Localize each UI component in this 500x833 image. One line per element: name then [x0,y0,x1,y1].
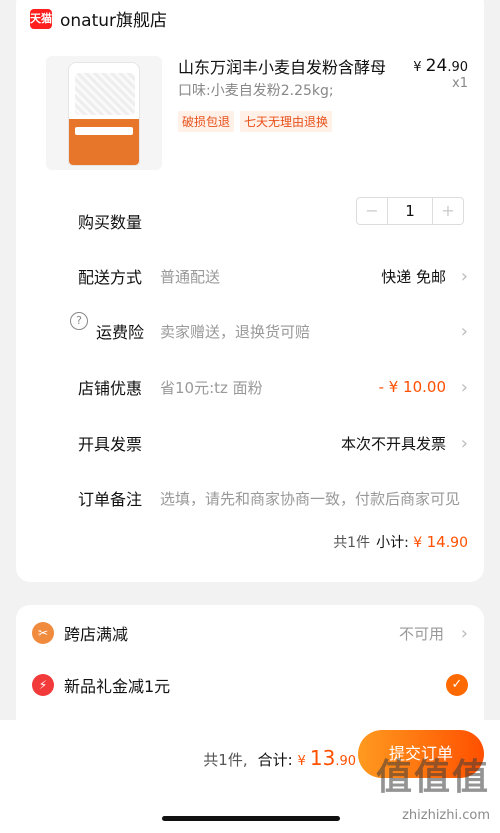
order-card: 天猫 onatur旗舰店 山东万润丰小麦自发粉含酵母 口味:小麦自发粉2.25k… [16,0,484,582]
delivery-row[interactable]: 配送方式 普通配送 快递 免邮 › [78,264,468,288]
product-price: ¥ 24.90 [413,56,468,76]
insurance-desc: 卖家赠送，退换货可赔 [160,322,311,341]
insurance-label: 运费险 [96,323,145,342]
order-total: 共1件, 合计: ¥ 13.90 [203,746,356,770]
tmall-icon: 天猫 [30,8,52,29]
store-name[interactable]: onatur旗舰店 [60,6,167,31]
product-title[interactable]: 山东万润丰小麦自发粉含酵母 [178,54,386,78]
subtotal: 共1件 小计: ¥ 14.90 [333,532,468,552]
chevron-right-icon: › [460,376,468,398]
order-note-input[interactable]: 选填，请先和商家协商一致，付款后商家可见 [160,488,468,509]
coupon-icon: ✂ [32,622,54,644]
tag-seven-day-return: 七天无理由退换 [240,111,333,132]
chevron-right-icon: › [460,320,468,342]
cross-store-row[interactable]: ✂ 跨店满减 不可用 › [32,619,468,647]
total-count: 共1件, [203,751,248,769]
watermark-logo: 值值值 [375,757,490,798]
store-header[interactable]: 天猫 onatur旗舰店 [30,6,167,31]
product-spec: 口味:小麦自发粉2.25kg; [178,83,334,99]
insurance-row[interactable]: 运费险 卖家赠送，退换货可赔 › [96,319,468,343]
chevron-right-icon: › [460,265,468,287]
store-discount-value: - ¥ 10.00 [378,378,446,396]
quantity-label: 购买数量 [78,213,143,232]
order-note-row[interactable]: 订单备注 选填，请先和商家协商一致，付款后商家可见 [78,486,468,510]
decrement-button[interactable]: − [357,198,387,224]
total-amount: ¥ 13.90 [297,746,356,770]
home-indicator[interactable] [162,816,340,821]
delivery-desc: 普通配送 [160,267,221,286]
cross-store-value: 不可用 [398,624,444,643]
tag-damage-refund: 破损包退 [178,111,235,132]
bottom-bar: 共1件, 合计: ¥ 13.90 提交订单 值值值 zhizhizhi.com [0,720,500,833]
invoice-row[interactable]: 开具发票 本次不开具发票 › [78,431,468,455]
watermark-url: zhizhizhi.com [402,808,490,823]
store-discount-label: 店铺优惠 [78,379,143,398]
subtotal-count: 共1件 [333,535,371,551]
delivery-value: 快递 免邮 [381,267,446,286]
store-discount-row[interactable]: 店铺优惠 省10元:tz 面粉 - ¥ 10.00 › [78,375,468,399]
subtotal-amount: ¥ 14.90 [413,533,468,551]
gift-label: 新品礼金减1元 [64,677,171,696]
product-image[interactable] [46,56,162,170]
chevron-right-icon: › [460,432,468,454]
invoice-label: 开具发票 [78,435,143,454]
quantity-input[interactable]: 1 [387,198,433,224]
product-quantity: x1 [452,76,468,91]
check-icon[interactable]: ✓ [446,674,468,696]
chevron-right-icon: › [460,622,468,644]
flour-bag-image [68,62,140,166]
service-tags: 破损包退 七天无理由退换 [178,111,333,132]
order-note-label: 订单备注 [78,490,143,509]
lightning-icon: ⚡ [32,674,54,696]
delivery-label: 配送方式 [78,268,143,287]
subtotal-label: 小计: [376,535,409,551]
increment-button[interactable]: + [433,198,463,224]
help-icon[interactable]: ? [70,312,88,330]
quantity-stepper[interactable]: − 1 + [356,197,464,225]
invoice-value: 本次不开具发票 [340,434,446,453]
cross-store-label: 跨店满减 [64,625,129,644]
gift-row[interactable]: ⚡ 新品礼金减1元 ✓ [32,671,468,699]
store-discount-desc: 省10元:tz 面粉 [160,378,263,397]
total-label: 合计: [257,751,293,769]
